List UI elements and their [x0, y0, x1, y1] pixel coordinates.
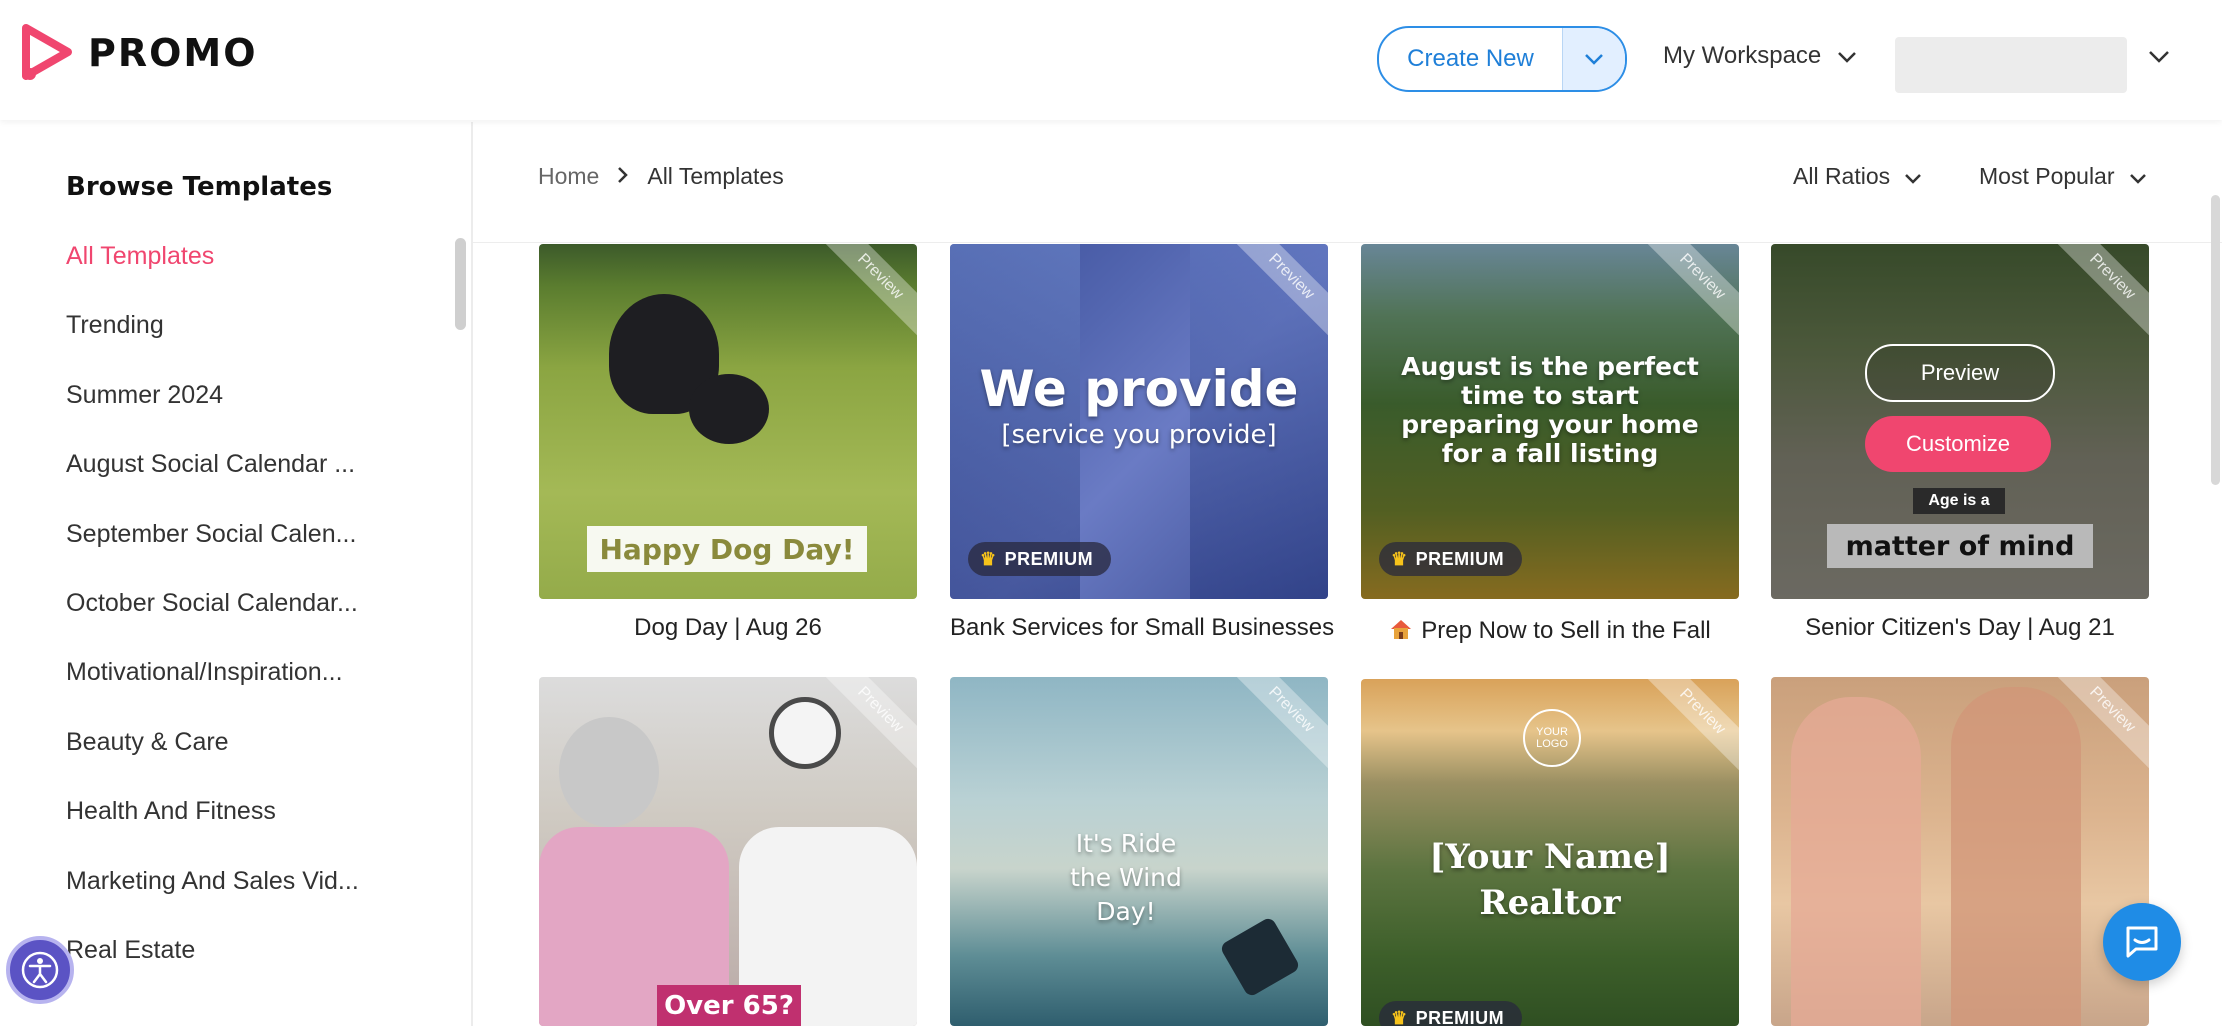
premium-badge: ♛ PREMIUM	[1379, 542, 1523, 576]
person-image	[1791, 697, 1921, 1026]
preview-ribbon: Preview	[1638, 679, 1739, 776]
template-thumbnail[interactable]: Preview Over 65?	[539, 677, 917, 1026]
category-list: All Templates Trending Summer 2024 Augus…	[66, 243, 359, 1009]
template-card[interactable]: Preview August is the perfect time to st…	[1361, 244, 1739, 599]
ratio-filter-label: All Ratios	[1793, 163, 1891, 189]
sidebar-item-marketing-sales[interactable]: Marketing And Sales Vid...	[66, 868, 359, 940]
clock-icon	[769, 697, 841, 769]
content-scrollbar[interactable]	[2211, 195, 2220, 485]
sidebar-item-real-estate[interactable]: Real Estate	[66, 937, 359, 1009]
sidebar-item-october-calendar[interactable]: October Social Calendar...	[66, 590, 359, 662]
sidebar-item-trending[interactable]: Trending	[66, 313, 359, 384]
overlay-subline: Realtor	[1479, 883, 1621, 923]
overlay-caption: Happy Dog Day!	[587, 526, 867, 572]
premium-label: PREMIUM	[1004, 548, 1094, 569]
sidebar-item-all-templates[interactable]: All Templates	[66, 243, 359, 315]
overlay-subline: [service you provide]	[1001, 420, 1277, 450]
person-image	[1951, 687, 2081, 1026]
template-card[interactable]: Preview	[1771, 677, 2149, 1026]
logo-text: PROMO	[88, 31, 258, 75]
premium-label: PREMIUM	[1415, 548, 1505, 569]
template-card[interactable]: Preview Over 65?	[539, 677, 917, 1026]
premium-badge: ♛ PREMIUM	[1379, 1001, 1523, 1026]
sidebar-item-health-fitness[interactable]: Health And Fitness	[66, 799, 359, 870]
sidebar-item-motivational[interactable]: Motivational/Inspiration...	[66, 660, 359, 731]
logo-icon	[22, 24, 74, 82]
template-card[interactable]: Preview Preview Customize Age is a matte…	[1771, 244, 2149, 599]
card-title[interactable]: Dog Day | Aug 26	[539, 614, 917, 642]
overlay-headline: matter of mind	[1827, 524, 2093, 568]
create-new-button[interactable]: Create New	[1377, 26, 1627, 92]
template-card[interactable]: Preview It's Ride the Wind Day!	[950, 677, 1328, 1026]
preview-button[interactable]: Preview	[1865, 344, 2055, 402]
template-thumbnail[interactable]: Preview We provide [service you provide]…	[950, 244, 1328, 599]
create-new-label[interactable]: Create New	[1379, 28, 1562, 90]
crown-icon: ♛	[980, 548, 997, 569]
template-thumbnail[interactable]: YOUR LOGO Preview [Your Name] Realtor ♛ …	[1361, 679, 1739, 1026]
breadcrumb-home[interactable]: Home	[538, 163, 599, 190]
template-thumbnail[interactable]: Preview It's Ride the Wind Day!	[950, 677, 1328, 1026]
sidebar: Browse Templates All Templates Trending …	[0, 122, 473, 1026]
template-thumbnail[interactable]: Preview Happy Dog Day!	[539, 244, 917, 599]
template-thumbnail[interactable]: Preview August is the perfect time to st…	[1361, 244, 1739, 599]
template-card[interactable]: YOUR LOGO Preview [Your Name] Realtor ♛ …	[1361, 679, 1739, 1026]
customize-button[interactable]: Customize	[1865, 416, 2051, 472]
chevron-down-icon	[1837, 42, 1857, 70]
chevron-down-icon[interactable]	[1562, 28, 1625, 90]
card-title: Prep Now to Sell in the Fall	[1421, 617, 1711, 644]
chevron-right-icon	[617, 163, 629, 190]
accessibility-button[interactable]	[6, 936, 74, 1004]
accessibility-icon	[21, 951, 59, 989]
top-bar: PROMO Create New My Workspace	[0, 0, 2222, 120]
kiteboarder-image	[1219, 916, 1301, 998]
template-thumbnail[interactable]: Preview Preview Customize Age is a matte…	[1771, 244, 2149, 599]
crown-icon: ♛	[1391, 1007, 1408, 1026]
chevron-down-icon	[1904, 163, 1922, 190]
overlay-caption: Over 65?	[657, 985, 801, 1026]
preview-ribbon: Preview	[1227, 677, 1328, 774]
card-title-row[interactable]: Prep Now to Sell in the Fall	[1361, 617, 1739, 647]
overlay-small: Age is a	[1913, 488, 2005, 514]
preview-ribbon: Preview	[816, 244, 917, 341]
chat-icon	[2126, 926, 2158, 958]
logo-placeholder: YOUR LOGO	[1523, 709, 1581, 767]
house-icon	[1389, 618, 1413, 647]
chevron-down-icon[interactable]	[2148, 50, 2170, 69]
card-title[interactable]: Senior Citizen's Day | Aug 21	[1771, 614, 2149, 642]
sidebar-item-september-calendar[interactable]: September Social Calen...	[66, 521, 359, 593]
overlay-headline: [Your Name]	[1429, 837, 1671, 877]
sidebar-item-summer-2024[interactable]: Summer 2024	[66, 382, 359, 454]
workspace-label: My Workspace	[1663, 42, 1822, 69]
card-title[interactable]: Bank Services for Small Businesses	[950, 614, 1334, 642]
premium-badge: ♛ PREMIUM	[968, 542, 1112, 576]
template-thumbnail[interactable]: Preview	[1771, 677, 2149, 1026]
template-card[interactable]: Preview We provide [service you provide]…	[950, 244, 1328, 599]
overlay-headline: August is the perfect time to start prep…	[1401, 352, 1699, 468]
template-card[interactable]: Preview Happy Dog Day!	[539, 244, 917, 599]
breadcrumb: Home All Templates	[538, 163, 784, 190]
woman-image	[559, 717, 659, 827]
promo-logo[interactable]: PROMO	[22, 24, 258, 82]
chevron-down-icon	[2129, 163, 2147, 190]
breadcrumb-current: All Templates	[647, 163, 784, 189]
ratio-filter[interactable]: All Ratios	[1793, 163, 1922, 190]
sort-filter-label: Most Popular	[1979, 163, 2115, 189]
premium-label: PREMIUM	[1415, 1007, 1505, 1026]
account-box[interactable]	[1895, 37, 2127, 93]
overlay-headline: We provide	[979, 360, 1299, 418]
overlay-caption: It's Ride the Wind Day!	[1070, 829, 1182, 926]
sidebar-item-august-calendar[interactable]: August Social Calendar ...	[66, 452, 359, 523]
sort-filter[interactable]: Most Popular	[1979, 163, 2147, 190]
workspace-selector[interactable]: My Workspace	[1663, 42, 1857, 70]
sidebar-title: Browse Templates	[66, 172, 333, 202]
sidebar-item-beauty-care[interactable]: Beauty & Care	[66, 729, 359, 801]
sidebar-scrollbar[interactable]	[455, 238, 466, 330]
dog-image-body	[689, 374, 769, 444]
crown-icon: ♛	[1391, 548, 1408, 569]
chat-button[interactable]	[2103, 903, 2181, 981]
header-divider	[473, 242, 2222, 243]
